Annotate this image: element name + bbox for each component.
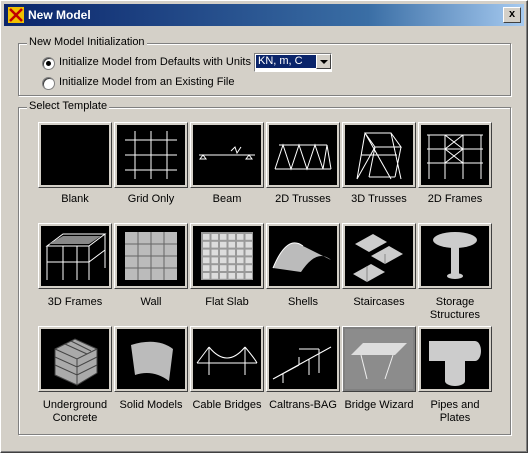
- template-label[interactable]: Beam: [185, 193, 269, 206]
- template-label[interactable]: 2D Frames: [413, 193, 497, 206]
- 3d-trusses-icon: [345, 125, 413, 185]
- template-label[interactable]: 2D Trusses: [261, 193, 345, 206]
- template-button-wall[interactable]: [114, 223, 188, 289]
- solid-models-icon: [117, 329, 185, 389]
- template-label[interactable]: Staircases: [337, 296, 421, 309]
- chevron-down-icon[interactable]: [316, 54, 331, 69]
- template-button-3d-trusses[interactable]: [342, 122, 416, 188]
- blank-icon: [41, 125, 109, 185]
- template-label[interactable]: Wall: [109, 296, 193, 309]
- template-label[interactable]: Cable Bridges: [185, 399, 269, 412]
- shells-icon: [269, 226, 337, 286]
- 2d-frames-icon: [421, 125, 489, 185]
- underground-concrete-icon: [41, 329, 109, 389]
- storage-structures-icon: [421, 226, 489, 286]
- template-label[interactable]: 3D Trusses: [337, 193, 421, 206]
- pipes-and-plates-icon: [421, 329, 489, 389]
- template-button-solid-models[interactable]: [114, 326, 188, 392]
- template-label[interactable]: Flat Slab: [185, 296, 269, 309]
- template-label[interactable]: Storage Structures: [420, 296, 490, 322]
- template-label[interactable]: Pipes and Plates: [420, 399, 490, 425]
- template-button-staircases[interactable]: [342, 223, 416, 289]
- template-button-2d-trusses[interactable]: [266, 122, 340, 188]
- template-button-blank[interactable]: [38, 122, 112, 188]
- template-button-caltrans-bag[interactable]: [266, 326, 340, 392]
- template-button-2d-frames[interactable]: [418, 122, 492, 188]
- caltrans-bag-icon: [269, 329, 337, 389]
- window-title: New Model: [28, 8, 91, 22]
- template-label[interactable]: 3D Frames: [33, 296, 117, 309]
- new-model-dialog: New Model x New Model Initialization Ini…: [0, 0, 528, 453]
- app-logo-icon: [8, 7, 24, 23]
- template-label[interactable]: Underground Concrete: [40, 399, 110, 425]
- close-button[interactable]: x: [503, 7, 521, 23]
- staircases-icon: [345, 226, 413, 286]
- title-bar[interactable]: New Model x: [4, 4, 524, 26]
- grid-only-icon: [117, 125, 185, 185]
- flat-slab-icon: [193, 226, 261, 286]
- init-group-legend: New Model Initialization: [27, 36, 147, 48]
- template-label[interactable]: Solid Models: [109, 399, 193, 412]
- bridge-wizard-icon: [345, 329, 413, 389]
- beam-icon: [193, 125, 261, 185]
- radio-defaults-label[interactable]: Initialize Model from Defaults with Unit…: [59, 56, 251, 68]
- template-button-cable-bridges[interactable]: [190, 326, 264, 392]
- template-button-3d-frames[interactable]: [38, 223, 112, 289]
- template-button-grid-only[interactable]: [114, 122, 188, 188]
- template-button-storage-structures[interactable]: [418, 223, 492, 289]
- 3d-frames-icon: [41, 226, 109, 286]
- 2d-trusses-icon: [269, 125, 337, 185]
- template-label[interactable]: Shells: [261, 296, 345, 309]
- template-label[interactable]: Blank: [33, 193, 117, 206]
- template-button-beam[interactable]: [190, 122, 264, 188]
- template-button-shells[interactable]: [266, 223, 340, 289]
- template-button-pipes-and-plates[interactable]: [418, 326, 492, 392]
- units-selected-value: KN, m, C: [256, 55, 316, 68]
- wall-icon: [117, 226, 185, 286]
- template-label[interactable]: Bridge Wizard: [337, 399, 421, 412]
- template-button-flat-slab[interactable]: [190, 223, 264, 289]
- radio-defaults-with-units[interactable]: [42, 57, 55, 70]
- template-button-bridge-wizard[interactable]: [342, 326, 416, 392]
- radio-existing-file[interactable]: [42, 77, 55, 90]
- template-label[interactable]: Grid Only: [109, 193, 193, 206]
- template-button-underground-concrete[interactable]: [38, 326, 112, 392]
- radio-existing-file-label[interactable]: Initialize Model from an Existing File: [59, 76, 234, 88]
- units-dropdown[interactable]: KN, m, C: [254, 53, 332, 72]
- cable-bridges-icon: [193, 329, 261, 389]
- template-group-legend: Select Template: [27, 100, 110, 112]
- template-label[interactable]: Caltrans-BAG: [261, 399, 345, 412]
